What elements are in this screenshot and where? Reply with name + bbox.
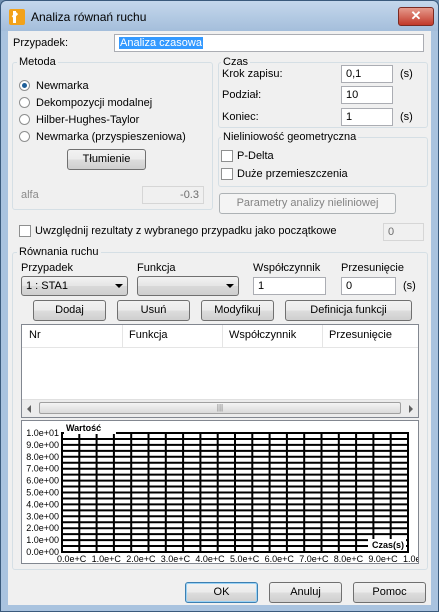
y-tick-label: 4.0e+00 [26,499,59,509]
x-tick-label: 6.0e+C [265,554,295,563]
column-separator [222,325,223,347]
alfa-input[interactable]: -0.3 [142,186,204,204]
chevron-down-icon [226,284,234,288]
case-name-label: Przypadek: [13,37,69,49]
case-name-input[interactable]: Analiza czasowa [114,34,424,52]
pdelta-checkbox[interactable] [221,150,233,162]
title-bar[interactable]: Analiza równań ruchu ✕ [1,1,438,31]
end-time-unit: (s) [400,111,413,123]
x-tick-label: 4.0e+C [195,554,225,563]
define-function-button[interactable]: Definicja funkcji [285,300,412,321]
end-time-label: Koniec: [222,111,259,123]
eq-coefficient-input[interactable]: 1 [253,277,326,295]
time-step-input[interactable]: 0,1 [341,65,393,83]
close-button[interactable]: ✕ [398,7,434,26]
remove-button[interactable]: Usuń [117,300,190,321]
help-button[interactable]: Pomoc [353,582,426,603]
y-tick-label: 7.0e+00 [26,464,59,474]
x-tick-label: 5.0e+C [230,554,260,563]
pdelta-label[interactable]: P-Delta [237,150,274,162]
division-label: Podział: [222,89,262,101]
x-tick-label: 1.0e+0 [403,554,418,563]
chevron-down-icon [115,284,123,288]
nonlinear-group-title: Nieliniowość geometryczna [221,131,359,143]
x-tick-label: 8.0e+C [334,554,364,563]
modify-button[interactable]: Modyfikuj [201,300,274,321]
y-tick-label: 2.0e+00 [26,523,59,533]
y-tick-label: 0.0e+00 [26,547,59,557]
dialog-body: Przypadek: Analiza czasowa Metoda Newmar… [8,31,431,605]
time-group-title: Czas [221,56,251,68]
y-tick-label: 9.0e+00 [26,440,59,450]
column-header-nr[interactable]: Nr [29,329,41,341]
division-input[interactable]: 10 [341,86,393,104]
eq-function-dropdown[interactable] [137,276,239,296]
horizontal-scrollbar[interactable]: ||| [22,399,418,417]
equations-table[interactable]: Nr Funkcja Współczynnik Przesunięcie ||| [21,324,419,418]
eq-case-dropdown[interactable]: 1 : STA1 [21,276,128,296]
scroll-left-icon[interactable] [27,405,31,413]
method-group-title: Metoda [17,56,58,68]
x-tick-label: 1.0e+C [92,554,122,563]
ok-button[interactable]: OK [185,582,258,603]
y-tick-label: 8.0e+00 [26,452,59,462]
function-chart: 1.0e+01 9.0e+00 8.0e+00 7.0e+00 6.0e+00 5.0e+… [21,420,431,564]
column-header-coefficient[interactable]: Współczynnik [229,329,296,341]
y-axis-title: Wartość [66,423,101,433]
y-tick-label: 3.0e+00 [26,511,59,521]
initial-case-input[interactable]: 0 [383,223,424,241]
method-radio-modal[interactable] [19,97,30,108]
time-step-label: Krok zapisu: [222,68,283,80]
column-header-shift[interactable]: Przesunięcie [329,329,392,341]
x-tick-label: 2.0e+C [126,554,156,563]
y-tick-label: 5.0e+00 [26,488,59,498]
initial-results-label[interactable]: Uwzględnij rezultaty z wybranego przypad… [35,225,336,237]
alfa-label: alfa [21,189,39,201]
time-step-unit: (s) [400,68,413,80]
app-logo-icon [9,9,25,25]
eq-coefficient-label: Współczynnik [253,262,321,274]
end-time-input[interactable]: 1 [341,108,393,126]
x-axis-title: Czas(s) [372,540,404,550]
x-tick-label: 0.0e+C [57,554,87,563]
y-tick-label: 1.0e+00 [26,535,59,545]
table-header: Nr Funkcja Współczynnik Przesunięcie [22,325,418,348]
method-option-modal[interactable]: Dekompozycji modalnej [36,97,152,109]
nonlinear-params-button[interactable]: Parametry analizy nieliniowej [219,193,396,214]
equations-group-title: Równania ruchu [17,246,101,258]
method-radio-newmark[interactable] [19,80,30,91]
x-tick-label: 9.0e+C [368,554,398,563]
y-tick-label: 1.0e+01 [26,428,59,438]
eq-case-label: Przypadek [21,262,73,274]
add-button[interactable]: Dodaj [33,300,106,321]
damping-button[interactable]: Tłumienie [67,149,146,170]
x-tick-label: 3.0e+C [161,554,191,563]
chart-svg: 1.0e+01 9.0e+00 8.0e+00 7.0e+00 6.0e+00 5.0e+… [26,422,431,564]
cancel-button[interactable]: Anuluj [269,582,342,603]
method-option-newmark[interactable]: Newmarka [36,80,89,92]
method-radio-hht[interactable] [19,114,30,125]
column-separator [322,325,323,347]
x-tick-label: 7.0e+C [299,554,329,563]
case-name-selected-text: Analiza czasowa [119,37,203,49]
y-tick-label: 6.0e+00 [26,476,59,486]
method-radio-newmark-accel[interactable] [19,131,30,142]
column-header-function[interactable]: Funkcja [129,329,168,341]
method-option-hht[interactable]: Hilber-Hughes-Taylor [36,114,139,126]
eq-case-value: 1 : STA1 [26,280,68,292]
eq-shift-label: Przesunięcie [341,262,404,274]
large-displacement-label[interactable]: Duże przemieszczenia [237,168,348,180]
scroll-right-icon[interactable] [409,405,413,413]
large-displacement-checkbox[interactable] [221,168,233,180]
dialog-window: Analiza równań ruchu ✕ Przypadek: Analiz… [0,0,439,612]
window-title: Analiza równań ruchu [31,10,147,24]
scroll-thumb[interactable]: ||| [39,402,401,414]
initial-results-checkbox[interactable] [19,225,31,237]
column-separator [122,325,123,347]
eq-shift-unit: (s) [403,280,416,292]
method-option-newmark-accel[interactable]: Newmarka (przyspieszeniowa) [36,131,186,143]
eq-function-label: Funkcja [137,262,176,274]
eq-shift-input[interactable]: 0 [341,277,396,295]
